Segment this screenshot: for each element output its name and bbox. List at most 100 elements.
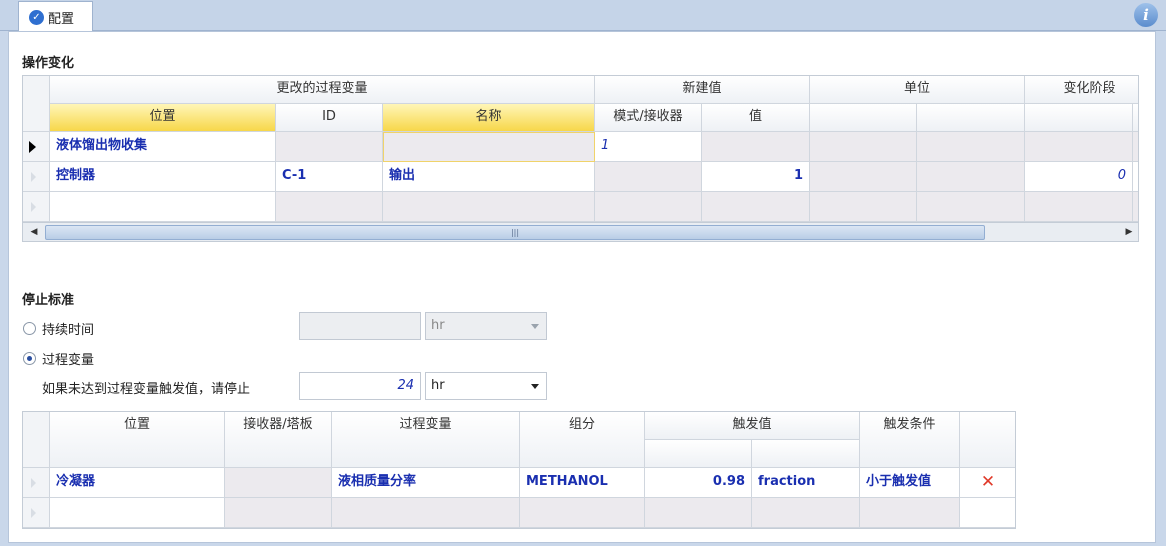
col-header-component[interactable]: 组分 — [520, 412, 645, 468]
grid1-row3-value — [702, 192, 810, 222]
col-group-change-stage: 变化阶段 — [1025, 76, 1138, 104]
grid1-row1-unit-a — [810, 132, 917, 162]
stop-unit-select[interactable]: hr — [425, 372, 547, 400]
radio-process-variable[interactable]: 过程变量 — [23, 349, 94, 368]
current-row-arrow-icon — [29, 141, 36, 153]
col-header-name[interactable]: 名称 — [383, 104, 595, 132]
grid1-row3-id — [276, 192, 383, 222]
grid1-row2-unit-a — [810, 162, 917, 192]
col-header-stage-b — [1133, 104, 1138, 132]
grid1-row3-unit-a — [810, 192, 917, 222]
row-selector-current[interactable] — [23, 132, 50, 162]
row-selector[interactable] — [23, 162, 50, 192]
grid2-row1-trigger-value[interactable]: 0.98 — [645, 468, 752, 498]
grid1-row3-stage-b — [1133, 192, 1138, 222]
grid1-row3-mode — [595, 192, 702, 222]
stop-criteria-grid: 位置 接收器/塔板 过程变量 组分 触发值 触发条件 冷凝器 液相质量分率 ME… — [22, 411, 1016, 529]
grid2-row2-variable — [332, 498, 520, 528]
scrollbar-thumb[interactable]: ||| — [45, 225, 985, 240]
tab-configuration[interactable]: ✓ 配置 — [18, 1, 93, 32]
col-header-value[interactable]: 值 — [702, 104, 810, 132]
col-header-receiver-tray[interactable]: 接收器/塔板 — [225, 412, 332, 468]
radio-duration[interactable]: 持续时间 — [23, 319, 94, 338]
grid1-row2-stage[interactable]: 0 — [1025, 162, 1133, 192]
radio-duration-label: 持续时间 — [42, 323, 95, 338]
stop-prompt: 如果未达到过程变量触发值，请停止 — [42, 378, 250, 397]
row-arrow-icon — [31, 172, 36, 182]
col-header-unit-a — [810, 104, 917, 132]
grid1-row2-mode — [595, 162, 702, 192]
row-arrow-icon — [31, 478, 36, 488]
check-circle-icon: ✓ — [29, 9, 44, 25]
grid2-row1-component[interactable]: METHANOL — [520, 468, 645, 498]
grid1-row1-unit-b — [917, 132, 1025, 162]
col-header-mode-receiver[interactable]: 模式/接收器 — [595, 104, 702, 132]
grid2-row1-location[interactable]: 冷凝器 — [50, 468, 225, 498]
radio-button-icon[interactable] — [23, 322, 36, 335]
stop-value-input[interactable]: 24 — [299, 372, 421, 400]
grid2-row2-trigger-unit — [752, 498, 860, 528]
grid2-row2-component — [520, 498, 645, 528]
operation-change-grid: 更改的过程变量 新建值 单位 变化阶段 位置 ID 名称 模式/接收器 值 液体… — [22, 75, 1139, 242]
scroll-right-icon[interactable]: ▶ — [1120, 223, 1138, 241]
radio-button-selected-icon[interactable] — [23, 352, 36, 365]
scroll-left-icon[interactable]: ◀ — [25, 223, 43, 241]
grid2-row2-trigger-value — [645, 498, 752, 528]
grid1-row3-name — [383, 192, 595, 222]
stop-prompt-label: 如果未达到过程变量触发值，请停止 — [42, 382, 251, 397]
col-group-changed-variable: 更改的过程变量 — [50, 76, 595, 104]
duration-unit-value: hr — [431, 318, 445, 333]
delete-row-icon[interactable]: ✕ — [960, 468, 1015, 498]
grid1-horizontal-scrollbar[interactable]: ◀ ||| ▶ — [23, 222, 1138, 241]
grid1-row1-value — [702, 132, 810, 162]
col-subheader-trigger-unit — [752, 440, 860, 468]
col-header-trigger-condition[interactable]: 触发条件 — [860, 412, 960, 468]
grid1-row1-stage — [1025, 132, 1133, 162]
info-icon[interactable]: i — [1134, 3, 1158, 27]
grid1-row3-unit-b — [917, 192, 1025, 222]
col-header-trigger-value[interactable]: 触发值 — [645, 412, 860, 440]
row-selector-new[interactable] — [23, 192, 50, 222]
grid1-row3-stage — [1025, 192, 1133, 222]
config-panel: 操作变化 更改的过程变量 新建值 单位 变化阶段 位置 ID 名称 模式/接收器… — [8, 31, 1156, 543]
grid2-row1-receiver — [225, 468, 332, 498]
duration-input — [299, 312, 421, 340]
row-arrow-icon — [31, 202, 36, 212]
chevron-down-icon — [531, 384, 539, 389]
grid1-row2-unit-b — [917, 162, 1025, 192]
section-title-stop-criteria: 停止标准 — [22, 293, 75, 308]
grid2-corner — [23, 412, 50, 468]
row-selector[interactable] — [23, 468, 50, 498]
row-arrow-icon — [31, 508, 36, 518]
grid1-row1-location[interactable]: 液体馏出物收集 — [50, 132, 276, 162]
row-selector-new[interactable] — [23, 498, 50, 528]
grid1-row1-stage-b — [1133, 132, 1138, 162]
col-group-unit: 单位 — [810, 76, 1025, 104]
grid1-row1-name[interactable] — [383, 132, 595, 162]
col-header-location[interactable]: 位置 — [50, 412, 225, 468]
col-header-delete — [960, 412, 1015, 468]
col-header-id[interactable]: ID — [276, 104, 383, 132]
grid1-row1-mode[interactable]: 1 — [595, 132, 702, 162]
grid1-row2-name[interactable]: 输出 — [383, 162, 595, 192]
col-header-location[interactable]: 位置 — [50, 104, 276, 132]
grid1-row2-value[interactable]: 1 — [702, 162, 810, 192]
grid2-row1-condition[interactable]: 小于触发值 — [860, 468, 960, 498]
section-title-operation-change: 操作变化 — [22, 56, 75, 71]
grid1-row3-location[interactable] — [50, 192, 276, 222]
grid2-row2-location[interactable] — [50, 498, 225, 528]
tab-strip: ✓ 配置 i — [0, 0, 1166, 32]
chevron-down-icon — [531, 324, 539, 329]
col-header-process-variable[interactable]: 过程变量 — [332, 412, 520, 468]
grid1-row1-id — [276, 132, 383, 162]
col-header-stage-a — [1025, 104, 1133, 132]
grid2-row1-variable[interactable]: 液相质量分率 — [332, 468, 520, 498]
grid2-row1-trigger-unit[interactable]: fraction — [752, 468, 860, 498]
grid1-row2-location[interactable]: 控制器 — [50, 162, 276, 192]
grid1-row2-stage-b — [1133, 162, 1138, 192]
grid2-row2-delete — [960, 498, 1015, 528]
grid-corner — [23, 76, 50, 132]
grid1-row2-id[interactable]: C-1 — [276, 162, 383, 192]
col-subheader-trigger-value — [645, 440, 752, 468]
col-group-new-value: 新建值 — [595, 76, 810, 104]
